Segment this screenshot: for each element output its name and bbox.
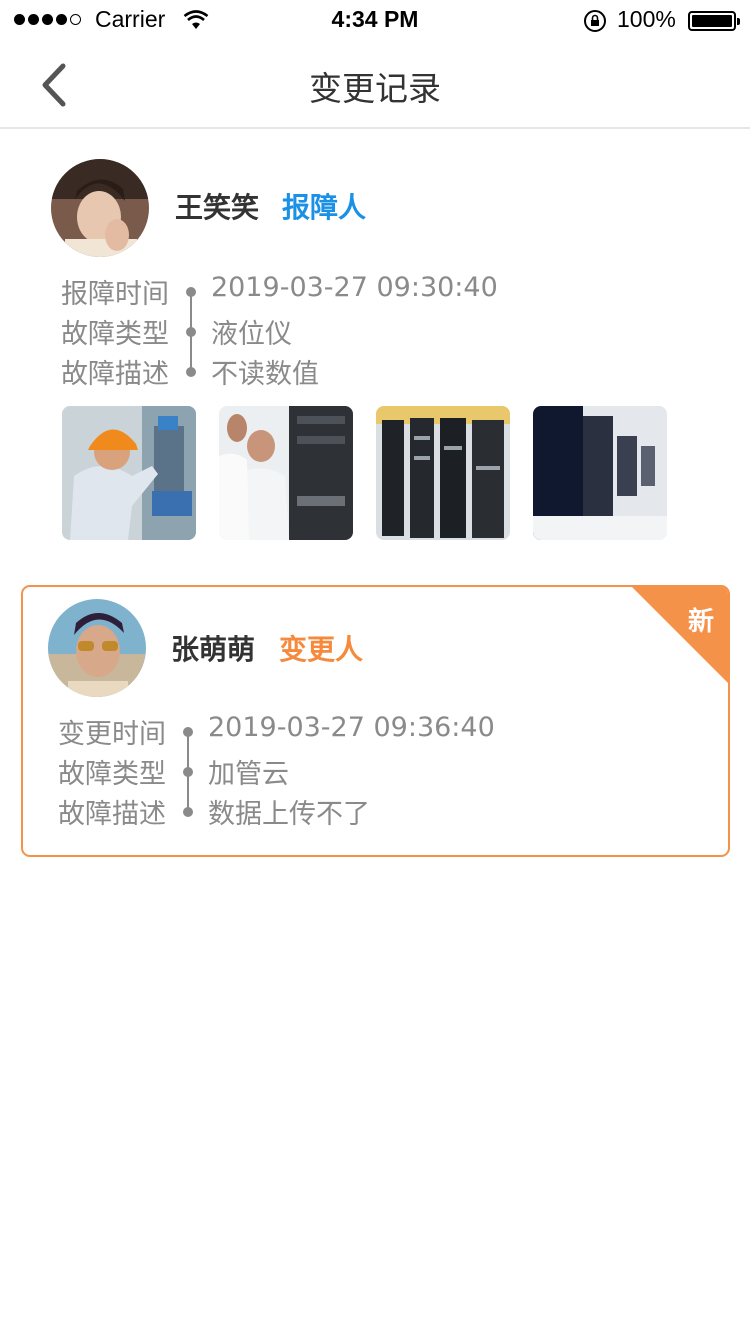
field-row: 故障描述 数据上传不了 xyxy=(58,792,658,832)
server-technicians-photo[interactable] xyxy=(219,406,353,540)
field-value: 不读数值 xyxy=(211,359,319,390)
field-label: 故障类型 xyxy=(58,759,166,790)
field-value: 2019-03-27 09:36:40 xyxy=(208,712,495,743)
timeline-dot xyxy=(183,727,193,737)
field-label: 故障描述 xyxy=(58,799,166,830)
field-value: 数据上传不了 xyxy=(208,799,370,830)
avatar xyxy=(51,159,149,257)
rotation-lock-icon xyxy=(584,10,606,32)
server-racks-photo[interactable] xyxy=(376,406,510,540)
field-label: 报障时间 xyxy=(61,279,169,310)
record-changer-card[interactable]: 新 张萌萌 变更人 变更时间 2019-03-27 09:36:40 故障类型 … xyxy=(21,585,730,857)
battery-icon xyxy=(688,11,740,31)
timeline-dot xyxy=(186,367,196,377)
field-label: 故障类型 xyxy=(61,319,169,350)
timeline-dot xyxy=(186,327,196,337)
computer-room-photo[interactable] xyxy=(533,406,667,540)
field-row: 故障类型 液位仪 xyxy=(61,312,661,352)
field-label: 故障描述 xyxy=(61,359,169,390)
field-row: 变更时间 2019-03-27 09:36:40 xyxy=(58,712,658,752)
person-name: 张萌萌 xyxy=(171,633,256,666)
role-tag: 报障人 xyxy=(282,191,367,224)
photo-gallery xyxy=(62,406,667,540)
battery-percent: 100% xyxy=(617,6,676,32)
field-row: 报障时间 2019-03-27 09:30:40 xyxy=(61,272,661,312)
field-value: 液位仪 xyxy=(211,319,292,350)
new-badge-ribbon xyxy=(632,587,728,683)
page-title: 变更记录 xyxy=(309,69,441,108)
field-value: 加管云 xyxy=(208,759,289,790)
worker-hardhat-photo[interactable] xyxy=(62,406,196,540)
timeline-dot xyxy=(186,287,196,297)
new-badge: 新 xyxy=(687,607,714,637)
avatar xyxy=(48,599,146,697)
timeline-dot xyxy=(183,807,193,817)
role-tag: 变更人 xyxy=(279,633,364,666)
field-value: 2019-03-27 09:30:40 xyxy=(211,272,498,303)
field-row: 故障类型 加管云 xyxy=(58,752,658,792)
timeline-dot xyxy=(183,767,193,777)
field-label: 变更时间 xyxy=(58,719,166,750)
field-row: 故障描述 不读数值 xyxy=(61,352,661,392)
status-bar: Carrier 4:34 PM 100% xyxy=(0,0,750,40)
nav-bar: 变更记录 xyxy=(0,40,750,129)
person-name: 王笑笑 xyxy=(175,191,260,224)
